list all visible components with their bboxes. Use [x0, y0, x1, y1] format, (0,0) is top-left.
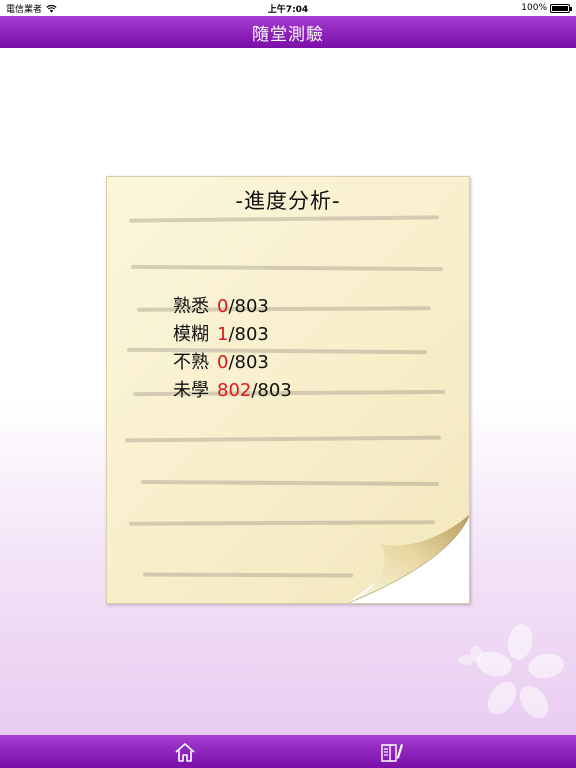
notebook-icon [381, 744, 403, 762]
flower-decoration [458, 624, 564, 719]
progress-note: -進度分析- 熟悉 0/803 模糊 1/803 不熟 0/803 未學 802/803 [106, 176, 470, 604]
battery-fill [552, 5, 568, 11]
stat-total: /803 [251, 380, 292, 401]
battery-icon [550, 3, 572, 13]
stat-row-unlearned: 未學 802/803 [173, 377, 423, 405]
progress-stats: 熟悉 0/803 模糊 1/803 不熟 0/803 未學 802/803 [173, 293, 423, 405]
home-icon [175, 743, 195, 762]
page-curl [347, 514, 469, 603]
stat-count: 0 [217, 296, 229, 317]
status-right: 100% [521, 3, 572, 13]
stat-total: /803 [228, 296, 269, 317]
status-left: 電信業者 [6, 2, 57, 15]
page-title: 隨堂測驗 [252, 24, 324, 45]
tab-bar [0, 735, 576, 768]
clock: 上午7:04 [267, 4, 309, 15]
paper-line [130, 264, 444, 272]
header-bar: 隨堂測驗 [0, 16, 576, 48]
status-bar: 電信業者 上午7:04 100% [0, 0, 576, 16]
paper-line [142, 572, 354, 578]
stat-row-unfamiliar: 不熟 0/803 [173, 349, 423, 377]
paper-line [124, 435, 442, 443]
stat-label: 熟悉 [173, 296, 209, 317]
battery-percent: 100% [521, 3, 547, 13]
home-tab[interactable] [173, 741, 197, 763]
note-title: -進度分析- [235, 189, 341, 213]
stat-label: 不熟 [173, 352, 209, 373]
paper-line [128, 215, 440, 223]
stat-total: /803 [228, 352, 269, 373]
stat-count: 1 [217, 324, 229, 345]
stat-count: 0 [217, 352, 229, 373]
wifi-icon [46, 4, 57, 12]
stat-count: 802 [217, 380, 252, 401]
stat-label: 未學 [173, 380, 209, 401]
stat-label: 模糊 [173, 324, 209, 345]
notebook-tab[interactable] [380, 741, 404, 763]
carrier-label: 電信業者 [6, 4, 43, 15]
stat-total: /803 [228, 324, 269, 345]
stat-row-vague: 模糊 1/803 [173, 321, 423, 349]
stat-row-familiar: 熟悉 0/803 [173, 293, 423, 321]
paper-line [140, 479, 440, 487]
